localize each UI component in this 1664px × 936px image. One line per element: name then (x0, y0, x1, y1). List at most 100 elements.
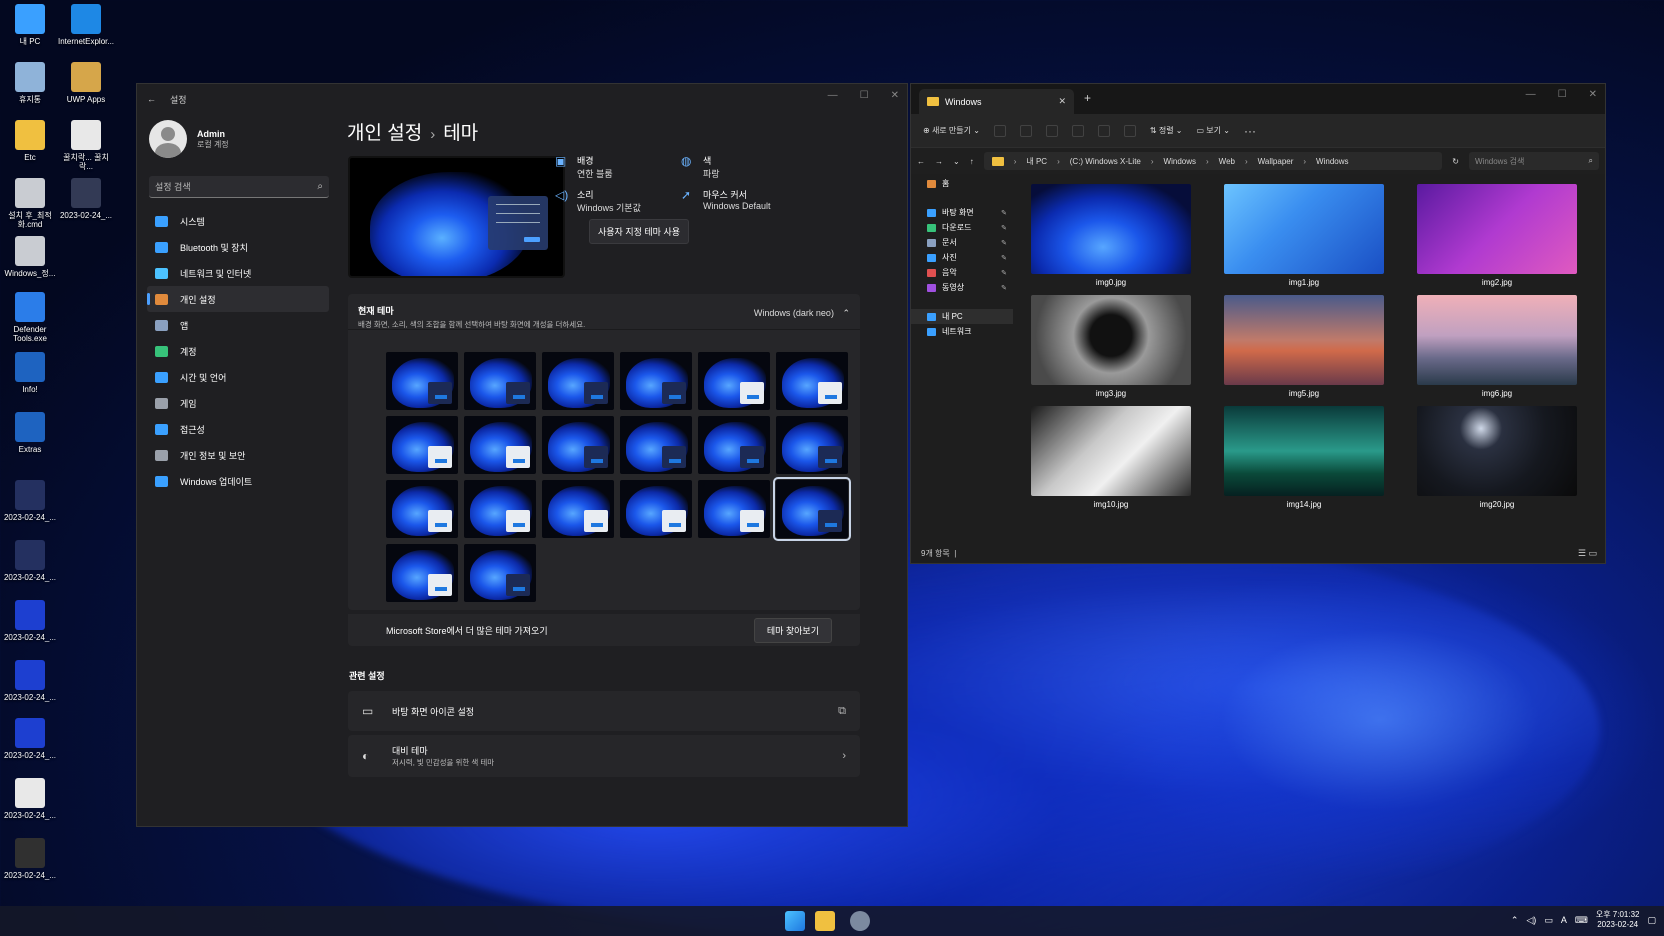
maximize-button[interactable]: ☐ (860, 90, 869, 101)
back-arrow-icon[interactable]: ← (147, 94, 156, 104)
desktop-icon[interactable]: Extras (2, 412, 58, 454)
nav-pinned-item[interactable]: 바탕 화면 ✎ (911, 205, 1013, 220)
desktop-icon-settings-card[interactable]: ▭ 바탕 화면 아이콘 설정 ⧉ (348, 691, 860, 731)
desktop-icon[interactable]: 2023-02-24_... (2, 718, 58, 760)
breadcrumb-segment[interactable]: Windows (1316, 157, 1348, 166)
new-tab-button[interactable]: + (1084, 91, 1091, 105)
nav-item[interactable]: 시스템 (147, 208, 329, 234)
new-button[interactable]: ⊕ 새로 만들기 ⌄ (923, 125, 980, 136)
view-toggle[interactable]: ☰ ▭ (1578, 548, 1597, 559)
nav-pinned-item[interactable]: 동영상 ✎ (911, 280, 1013, 295)
keyboard-icon[interactable]: ⌨ (1575, 915, 1588, 926)
theme-thumbnail[interactable] (464, 416, 536, 474)
close-button[interactable]: ✕ (1589, 89, 1597, 100)
clock[interactable]: 오후 7:01:32 2023-02-24 (1596, 910, 1640, 930)
desktop-icon[interactable]: InternetExplor... (58, 4, 114, 46)
desktop-icon[interactable]: 2023-02-24_... (2, 540, 58, 582)
desktop-icon[interactable]: 꿀치락... 꿀치락... (58, 120, 114, 171)
file-explorer-icon[interactable] (815, 911, 835, 931)
desktop-icon[interactable]: 2023-02-24_... (2, 480, 58, 522)
desktop-icon[interactable]: 휴지통 (2, 62, 58, 104)
nav-home[interactable]: 홈 (911, 176, 1013, 191)
explorer-tab[interactable]: Windows ✕ (919, 89, 1074, 114)
breadcrumb-chevron-icon[interactable]: › (1151, 157, 1154, 166)
breadcrumb-chevron-icon[interactable]: › (1014, 157, 1017, 166)
desktop-icon[interactable]: Info! (2, 352, 58, 394)
address-bar[interactable]: › 내 PC › (C:) Windows X-Lite › Windows › Web › Wa… (983, 152, 1443, 170)
breadcrumb-chevron-icon[interactable]: › (1303, 157, 1306, 166)
nav-item[interactable]: Bluetooth 및 장치 (147, 234, 329, 260)
nav-item[interactable]: 시간 및 언어 (147, 364, 329, 390)
breadcrumb-chevron-icon[interactable]: › (1206, 157, 1209, 166)
file-tile[interactable]: img10.jpg (1031, 406, 1191, 509)
sort-button[interactable]: ⇅ 정렬 ⌄ (1150, 125, 1183, 136)
minimize-button[interactable]: — (828, 90, 838, 101)
nav-item[interactable]: 접근성 (147, 416, 329, 442)
theme-thumbnail[interactable] (542, 416, 614, 474)
breadcrumb-segment[interactable]: Windows (1164, 157, 1196, 166)
start-icon[interactable] (785, 911, 805, 931)
share-icon[interactable] (1097, 124, 1110, 137)
desktop-icon[interactable]: 설치 후_최적화.cmd (2, 178, 58, 229)
nav-item[interactable]: 개인 설정 (147, 286, 329, 312)
view-button[interactable]: ▭ 보기 ⌄ (1197, 125, 1230, 136)
close-button[interactable]: ✕ (891, 90, 899, 101)
breadcrumb-chevron-icon[interactable]: › (1057, 157, 1060, 166)
quick-sound[interactable]: ◁) 소리 Windows 기본값 (555, 188, 641, 214)
nav-item[interactable]: Windows 업데이트 (147, 468, 329, 494)
theme-thumbnail[interactable] (698, 416, 770, 474)
user-profile[interactable]: Admin 로컬 계정 (149, 120, 229, 158)
theme-thumbnail[interactable] (698, 352, 770, 410)
file-tile[interactable]: img6.jpg (1417, 295, 1577, 398)
copy-icon[interactable] (1019, 124, 1032, 137)
desktop-icon[interactable]: 2023-02-24_... (2, 778, 58, 820)
file-tile[interactable]: img0.jpg (1031, 184, 1191, 287)
nav-pinned-item[interactable]: 문서 ✎ (911, 235, 1013, 250)
theme-thumbnail[interactable] (542, 352, 614, 410)
desktop-icon[interactable]: 내 PC (2, 4, 58, 46)
more-options-icon[interactable]: ··· (1244, 124, 1256, 138)
theme-thumbnail[interactable] (464, 352, 536, 410)
paste-icon[interactable] (1045, 124, 1058, 137)
quick-cursor[interactable]: ➚ 마우스 커서 Windows Default (681, 188, 771, 211)
close-tab-icon[interactable]: ✕ (1058, 96, 1066, 107)
theme-thumbnail[interactable] (386, 352, 458, 410)
desktop-icon[interactable]: Etc (2, 120, 58, 162)
file-tile[interactable]: img20.jpg (1417, 406, 1577, 509)
network-icon[interactable]: ▭ (1544, 915, 1553, 926)
maximize-button[interactable]: ☐ (1558, 89, 1567, 100)
nav-this-pc[interactable]: 내 PC (911, 309, 1013, 324)
refresh-icon[interactable]: ↻ (1452, 157, 1459, 166)
delete-icon[interactable] (1123, 124, 1136, 137)
back-arrow-icon[interactable]: ← (917, 157, 925, 166)
settings-search-input[interactable] (155, 181, 295, 192)
theme-thumbnail[interactable] (464, 544, 536, 602)
desktop-icon[interactable]: 2023-02-24_... (58, 178, 114, 220)
theme-thumbnail[interactable] (620, 416, 692, 474)
breadcrumb-parent[interactable]: 개인 설정 (347, 123, 422, 144)
breadcrumb-chevron-icon[interactable]: › (1245, 157, 1248, 166)
theme-thumbnail[interactable] (386, 544, 458, 602)
current-theme-header[interactable]: 현재 테마 배경 화면, 소리, 색의 조합을 함께 선택하여 바탕 화면에 개… (348, 294, 860, 330)
file-tile[interactable]: img1.jpg (1224, 184, 1384, 287)
breadcrumb-segment[interactable]: 내 PC (1026, 156, 1047, 167)
desktop-icon[interactable]: 2023-02-24_... (2, 600, 58, 642)
settings-gear-icon[interactable] (850, 911, 870, 931)
ime-indicator[interactable]: A (1561, 915, 1567, 925)
settings-search-box[interactable]: ⌕ (149, 176, 329, 198)
nav-item[interactable]: 개인 정보 및 보안 (147, 442, 329, 468)
desktop-icon[interactable]: 2023-02-24_... (2, 660, 58, 702)
breadcrumb-segment[interactable]: Web (1219, 157, 1235, 166)
desktop-icon[interactable]: Windows_정... (2, 236, 58, 278)
rename-icon[interactable] (1071, 124, 1084, 137)
desktop-icon[interactable]: UWP Apps (58, 62, 114, 104)
breadcrumb-segment[interactable]: (C:) Windows X-Lite (1070, 157, 1141, 166)
volume-icon[interactable]: ◁) (1526, 915, 1536, 926)
contrast-theme-card[interactable]: ◐ 대비 테마 저시력, 빛 민감성을 위한 색 테마 › (348, 735, 860, 777)
theme-thumbnail[interactable] (776, 416, 848, 474)
file-tile[interactable]: img2.jpg (1417, 184, 1577, 287)
nav-item[interactable]: 계정 (147, 338, 329, 364)
nav-item[interactable]: 게임 (147, 390, 329, 416)
quick-background[interactable]: ▣ 배경 연한 블룸 (555, 154, 613, 180)
use-custom-theme-button[interactable]: 사용자 지정 테마 사용 (589, 219, 690, 244)
